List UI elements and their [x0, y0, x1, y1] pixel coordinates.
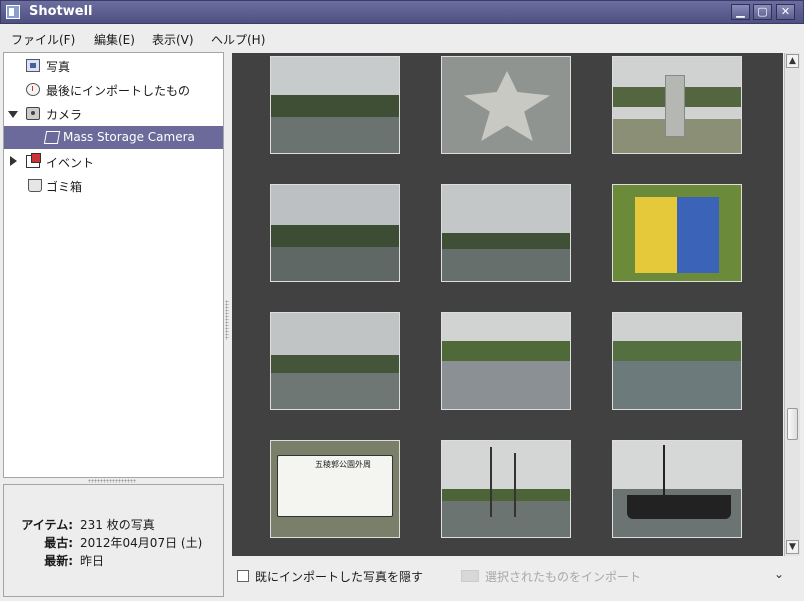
menu-help[interactable]: ヘルプ(H)	[211, 31, 265, 48]
vertical-splitter-handle[interactable]	[225, 300, 229, 340]
hide-imported-checkbox[interactable]	[237, 570, 249, 582]
sidebar-item-mass-storage-camera[interactable]: Mass Storage Camera	[4, 126, 223, 149]
sidebar-item-label: 最後にインポートしたもの	[46, 84, 191, 98]
storage-camera-icon	[43, 131, 61, 144]
import-icon	[461, 570, 479, 582]
oldest-key: 最古:	[44, 536, 73, 550]
items-key: アイテム:	[21, 518, 73, 532]
oldest-value: 2012年04月07日 (土)	[80, 536, 203, 550]
sidebar-item-label: イベント	[46, 156, 95, 170]
photo-thumbnail[interactable]	[612, 184, 742, 282]
app-icon	[6, 5, 20, 19]
photo-grid: 五稜郭公園外周	[232, 53, 783, 556]
clock-icon	[26, 83, 40, 96]
close-button[interactable]: ✕	[776, 4, 795, 20]
photo-thumbnail[interactable]	[612, 440, 742, 538]
sidebar-item-camera[interactable]: カメラ	[4, 102, 223, 125]
menu-file[interactable]: ファイル(F)	[11, 31, 75, 48]
camera-icon	[26, 107, 40, 120]
sidebar-item-label: カメラ	[46, 108, 83, 122]
info-panel: アイテム: 231 枚の写真 最古: 2012年04月07日 (土) 最新: 昨…	[3, 484, 224, 597]
title-bar: Shotwell ▁ ▢ ✕	[0, 0, 804, 24]
photo-thumbnail[interactable]	[441, 440, 571, 538]
photo-thumbnail[interactable]	[612, 56, 742, 154]
photo-thumbnail[interactable]	[441, 56, 571, 154]
scroll-down-button[interactable]: ▼	[786, 540, 799, 554]
minimize-button[interactable]: ▁	[731, 4, 750, 20]
import-selected-button[interactable]: 選択されたものをインポート	[485, 568, 641, 585]
photo-thumbnail[interactable]	[270, 312, 400, 410]
sidebar-item-photos[interactable]: 写真	[4, 54, 223, 77]
menu-view[interactable]: 表示(V)	[152, 31, 194, 48]
scroll-up-button[interactable]: ▲	[786, 54, 799, 68]
thumbnail-sign-text: 五稜郭公園外周	[315, 460, 371, 469]
photo-thumbnail[interactable]	[612, 312, 742, 410]
photo-thumbnail[interactable]	[270, 56, 400, 154]
newest-key: 最新:	[44, 554, 73, 568]
sidebar-item-last-import[interactable]: 最後にインポートしたもの	[4, 78, 223, 101]
photo-thumbnail[interactable]	[441, 184, 571, 282]
event-icon	[26, 153, 41, 168]
newest-value: 昨日	[80, 554, 105, 568]
photos-icon	[26, 59, 40, 72]
photo-thumbnail[interactable]	[441, 312, 571, 410]
menu-edit[interactable]: 編集(E)	[94, 31, 135, 48]
import-toolbar: 既にインポートした写真を隠す 選択されたものをインポート ⌄	[232, 557, 800, 597]
photo-thumbnail[interactable]: 五稜郭公園外周	[270, 440, 400, 538]
hide-imported-label[interactable]: 既にインポートした写真を隠す	[255, 568, 423, 585]
scrollbar-thumb[interactable]	[787, 408, 798, 440]
trash-icon	[28, 179, 42, 192]
sidebar-item-events[interactable]: イベント	[4, 150, 223, 173]
sidebar-item-label: ゴミ箱	[46, 180, 83, 194]
chevron-down-icon[interactable]: ⌄	[774, 567, 784, 581]
maximize-button[interactable]: ▢	[753, 4, 772, 20]
expander-closed-icon[interactable]	[10, 156, 17, 166]
horizontal-splitter-handle[interactable]	[88, 479, 136, 483]
vertical-scrollbar[interactable]: ▲ ▼	[784, 53, 800, 556]
items-value: 231 枚の写真	[80, 518, 155, 532]
menu-bar: ファイル(F) 編集(E) 表示(V) ヘルプ(H)	[0, 25, 804, 51]
photo-thumbnail[interactable]	[270, 184, 400, 282]
expander-open-icon[interactable]	[8, 111, 18, 118]
window-title: Shotwell	[29, 4, 93, 19]
sidebar-item-trash[interactable]: ゴミ箱	[4, 174, 223, 197]
sidebar-item-label: 写真	[46, 60, 71, 74]
sidebar-item-label: Mass Storage Camera	[63, 130, 195, 144]
sidebar: 写真 最後にインポートしたもの カメラ Mass Storage Camera …	[3, 52, 224, 478]
